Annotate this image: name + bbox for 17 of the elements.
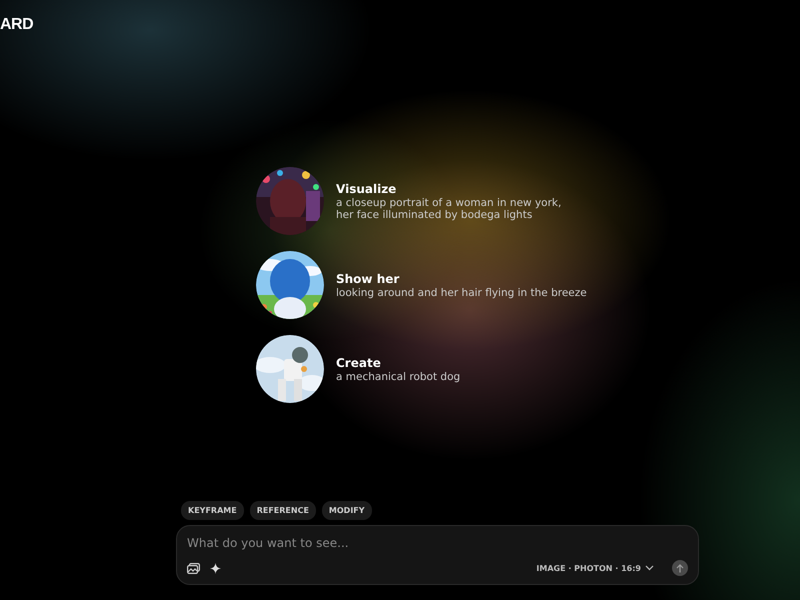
sparkle-icon[interactable] bbox=[210, 562, 221, 574]
mode-chip[interactable]: REFERENCE bbox=[250, 501, 316, 520]
suggestion-title[interactable]: Visualize bbox=[336, 182, 562, 196]
suggestion-title[interactable]: Create bbox=[336, 356, 460, 370]
mode-chip[interactable]: KEYFRAME bbox=[181, 501, 244, 520]
arrow-up-icon bbox=[676, 564, 684, 572]
suggestion-prompt[interactable]: looking around and her hair flying in the breeze bbox=[336, 286, 587, 298]
model-settings-dropdown[interactable]: IMAGE · PHOTON · 16:9 bbox=[536, 564, 654, 572]
chevron-down-icon bbox=[645, 565, 654, 571]
image-icon[interactable] bbox=[187, 562, 200, 574]
logo[interactable]: ARD bbox=[0, 16, 34, 34]
suggestion-title[interactable]: Show her bbox=[336, 272, 587, 286]
suggestion-prompt[interactable]: a closeup portrait of a woman in new york, her face illuminated by bodega lights bbox=[336, 196, 562, 220]
prompt-input[interactable]: What do you want to see... bbox=[187, 536, 688, 550]
suggestion-prompt[interactable]: a mechanical robot dog bbox=[336, 370, 460, 382]
send-button[interactable] bbox=[672, 560, 688, 576]
mode-chip[interactable]: MODIFY bbox=[322, 501, 372, 520]
